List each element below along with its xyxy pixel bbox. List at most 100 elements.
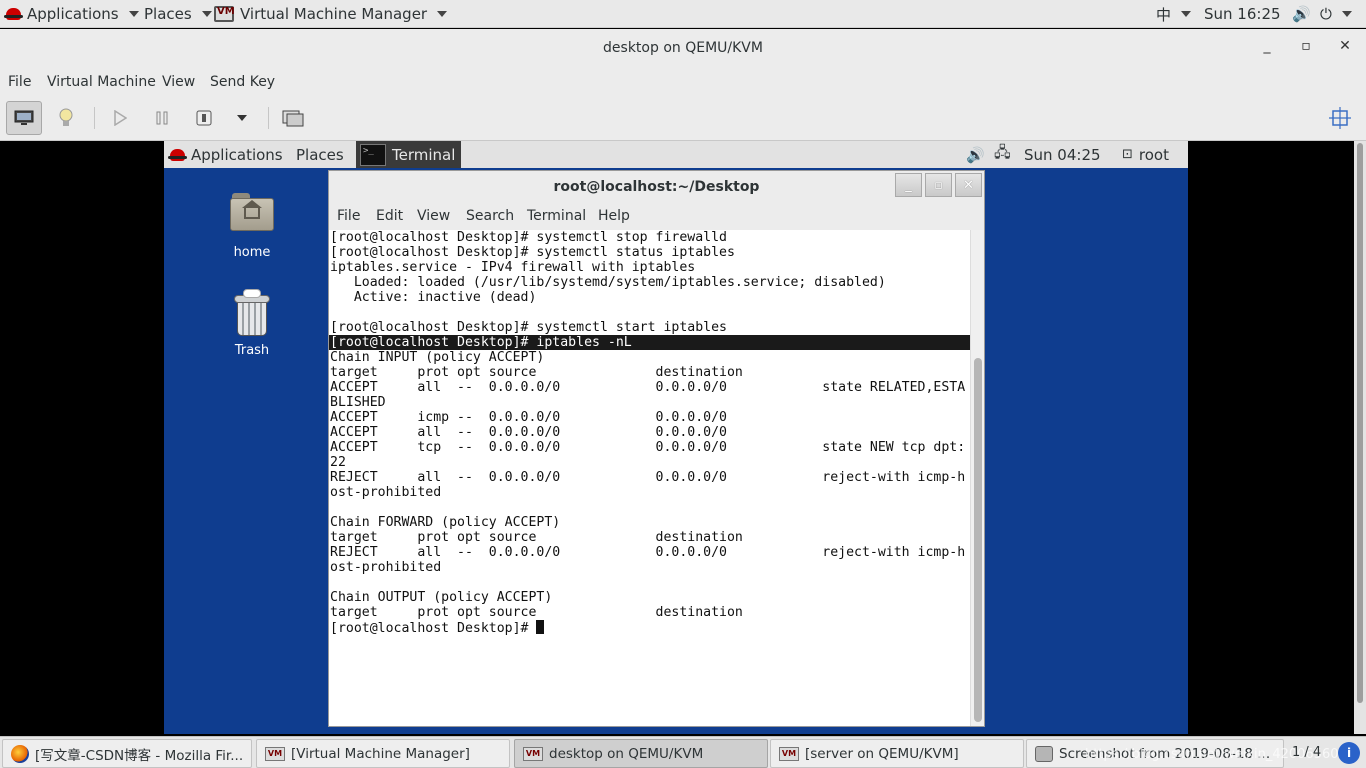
terminal-line: ACCEPT all -- 0.0.0.0/0 0.0.0.0/0: [330, 425, 727, 440]
guest-applications-label: Applications: [191, 145, 283, 164]
guest-places-menu[interactable]: Places: [296, 141, 344, 168]
info-icon[interactable]: i: [1338, 742, 1360, 764]
terminal-line: Loaded: loaded (/usr/lib/systemd/system/…: [330, 275, 886, 290]
guest-display[interactable]: Applications Places >_ Terminal 🔊 🖧 Sun …: [164, 141, 1188, 734]
terminal-line: BLISHED: [330, 395, 386, 410]
terminal-line: Chain OUTPUT (policy ACCEPT): [330, 590, 553, 605]
console-view-button[interactable]: [6, 101, 42, 135]
guest-clock[interactable]: Sun 04:25: [1024, 141, 1101, 168]
terminal-minimize-button[interactable]: _: [895, 173, 922, 197]
terminal-line: [root@localhost Desktop]# systemctl star…: [330, 320, 727, 335]
power-menu[interactable]: ⏻: [1320, 0, 1352, 28]
terminal-menu-edit[interactable]: Edit: [376, 208, 403, 224]
fullscreen-button[interactable]: [1322, 101, 1358, 135]
redhat-icon: [168, 148, 187, 161]
terminal-scrollbar[interactable]: [970, 230, 984, 726]
desktop-icon-label: home: [233, 245, 271, 260]
lightbulb-icon: [59, 108, 73, 126]
pause-button[interactable]: [144, 101, 180, 135]
vm-display-scrollbar-thumb[interactable]: [1357, 143, 1363, 703]
desktop-icon-home[interactable]: home: [212, 193, 292, 260]
task-virt-manager[interactable]: VM [Virtual Machine Manager]: [256, 739, 510, 768]
details-view-button[interactable]: [48, 101, 84, 135]
terminal-line: [root@localhost Desktop]# systemctl stat…: [330, 245, 735, 260]
terminal-prompt-line[interactable]: [root@localhost Desktop]#: [329, 620, 970, 636]
terminal-titlebar: root@localhost:~/Desktop: [329, 171, 984, 202]
run-button[interactable]: [102, 101, 138, 135]
guest-user-menu[interactable]: ⊡ root: [1122, 141, 1169, 168]
volume-icon[interactable]: 🔊: [1292, 0, 1311, 28]
guest-user-label: root: [1138, 145, 1169, 164]
menu-virtual-machine[interactable]: Virtual Machine: [47, 74, 156, 90]
chevron-down-icon: [237, 115, 247, 121]
host-clock[interactable]: Sun 16:25: [1204, 0, 1281, 28]
input-method-menu[interactable]: 中: [1156, 0, 1192, 28]
fullscreen-icon: [1329, 107, 1351, 129]
terminal-line: ACCEPT icmp -- 0.0.0.0/0 0.0.0.0/0: [330, 410, 727, 425]
terminal-line: ost-prohibited: [330, 560, 442, 575]
host-app-menu[interactable]: Virtual Machine Manager: [214, 0, 448, 28]
vm-menubar: File Virtual Machine View Send Key: [0, 67, 1366, 97]
terminal-maximize-button[interactable]: ▫: [925, 173, 952, 197]
guest-applications-menu[interactable]: Applications: [168, 141, 283, 168]
host-clock-label: Sun 16:25: [1204, 5, 1281, 23]
minimize-button[interactable]: _: [1258, 38, 1276, 54]
virt-manager-icon: [214, 6, 235, 22]
terminal-line: Active: inactive (dead): [330, 290, 537, 305]
task-server-vm[interactable]: VM [server on QEMU/KVM]: [770, 739, 1024, 768]
task-desktop-vm[interactable]: VM desktop on QEMU/KVM: [514, 739, 768, 768]
menu-file[interactable]: File: [8, 74, 31, 90]
play-icon: [114, 110, 127, 126]
terminal-line: REJECT all -- 0.0.0.0/0 0.0.0.0/0 reject…: [330, 545, 966, 560]
task-label: [写文章-CSDN博客 - Mozilla Fir...: [35, 747, 244, 764]
guest-network-icon[interactable]: 🖧: [994, 141, 1011, 168]
terminal-menu-help[interactable]: Help: [598, 208, 630, 224]
menu-send-key[interactable]: Send Key: [210, 74, 275, 90]
vm-toolbar: [0, 97, 1366, 141]
terminal-menu-file[interactable]: File: [337, 208, 360, 224]
toolbar-separator: [94, 107, 95, 129]
firefox-icon: [11, 744, 29, 763]
terminal-menu-search[interactable]: Search: [466, 208, 514, 224]
guest-places-label: Places: [296, 145, 344, 164]
host-applications-menu[interactable]: Applications: [4, 0, 139, 28]
terminal-output[interactable]: [root@localhost Desktop]# systemctl stop…: [329, 230, 970, 726]
snapshots-button[interactable]: [275, 101, 311, 135]
terminal-close-button[interactable]: ✕: [955, 173, 982, 197]
monitor-icon: [14, 110, 34, 125]
shutdown-button[interactable]: [186, 101, 222, 135]
terminal-prompt: [root@localhost Desktop]#: [330, 621, 537, 636]
task-firefox[interactable]: [写文章-CSDN博客 - Mozilla Fir...: [2, 739, 252, 768]
workspace-pager[interactable]: 1 / 4: [1292, 745, 1321, 760]
host-applications-label: Applications: [27, 5, 119, 23]
desktop-icon-label: Trash: [234, 343, 270, 358]
terminal-window[interactable]: root@localhost:~/Desktop _ ▫ ✕ File Edit…: [328, 170, 985, 727]
shutdown-dropdown-button[interactable]: [224, 101, 260, 135]
close-button[interactable]: ✕: [1336, 38, 1354, 54]
toolbar-separator: [268, 107, 269, 129]
guest-top-bar: Applications Places >_ Terminal 🔊 🖧 Sun …: [164, 141, 1188, 168]
guest-volume-icon[interactable]: 🔊: [966, 141, 985, 168]
maximize-button[interactable]: ▫: [1297, 38, 1315, 54]
menu-view[interactable]: View: [162, 74, 195, 90]
pause-icon: [156, 111, 168, 125]
terminal-line: target prot opt source destination: [330, 530, 743, 545]
terminal-menubar: File Edit View Search Terminal Help: [329, 202, 984, 230]
terminal-menu-terminal[interactable]: Terminal: [527, 208, 586, 224]
host-app-name: Virtual Machine Manager: [240, 5, 428, 23]
desktop-icon-trash[interactable]: Trash: [212, 289, 292, 358]
terminal-scrollbar-thumb[interactable]: [974, 358, 982, 722]
guest-terminal-app[interactable]: >_ Terminal: [356, 141, 462, 168]
terminal-line: ost-prohibited: [330, 485, 442, 500]
terminal-menu-view[interactable]: View: [417, 208, 450, 224]
virt-manager-icon: VM: [779, 746, 799, 761]
terminal-line: Chain FORWARD (policy ACCEPT): [330, 515, 561, 530]
terminal-title: root@localhost:~/Desktop: [553, 178, 760, 195]
host-places-menu[interactable]: Places: [144, 0, 212, 28]
guest-terminal-label: Terminal: [392, 145, 456, 164]
terminal-line: ACCEPT all -- 0.0.0.0/0 0.0.0.0/0 state …: [330, 380, 966, 395]
vm-display-scrollbar[interactable]: [1354, 141, 1366, 734]
power-icon: ⏻: [1320, 5, 1332, 23]
